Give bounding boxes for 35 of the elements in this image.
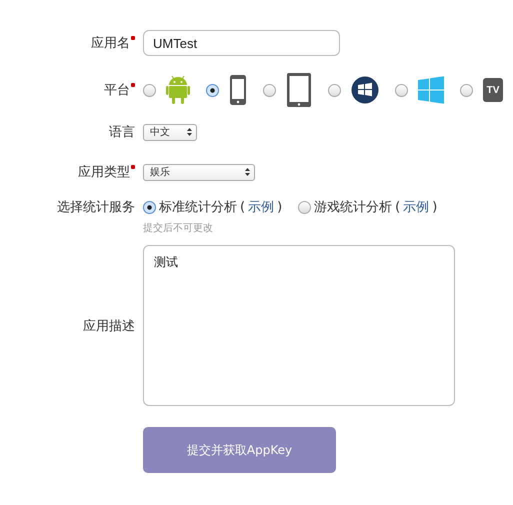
parenthesis: ) [432, 200, 438, 214]
field-label: 应用名 [91, 35, 130, 52]
field-label: 选择统计服务 [57, 199, 135, 216]
description-field[interactable]: 测试 [143, 245, 455, 406]
up-down-arrows-icon [187, 128, 192, 136]
hint-text: 提交后不可更改 [143, 222, 214, 235]
tv-icon: TV [483, 78, 503, 102]
option-label: 游戏统计分析 [314, 199, 392, 216]
app-name-field[interactable]: UMTest [143, 30, 340, 56]
radio-button[interactable] [460, 84, 473, 96]
field-label: 语言 [109, 124, 135, 141]
field-label: 应用描述 [83, 318, 135, 334]
radio-button[interactable] [206, 84, 219, 96]
radio-button[interactable] [143, 84, 156, 96]
parenthesis: ) [277, 200, 282, 214]
windows-logo-icon [418, 76, 444, 104]
language-dropdown[interactable]: 中文 [143, 124, 197, 140]
field-label: 平台 [104, 82, 130, 99]
android-robot-icon [166, 74, 190, 106]
windows-logo-icon [351, 76, 379, 104]
parenthesis: ( [395, 200, 400, 214]
radio-button[interactable] [328, 84, 341, 96]
up-down-arrows-icon [245, 168, 250, 176]
parenthesis: ( [240, 200, 246, 214]
option-label: 标准统计分析 [159, 199, 237, 216]
example-link[interactable]: 示例 [248, 198, 274, 216]
radio-button[interactable] [263, 84, 276, 96]
example-link[interactable]: 示例 [403, 198, 430, 216]
app-type-dropdown[interactable]: 娱乐 [143, 164, 255, 180]
smartphone-icon [229, 74, 247, 106]
radio-button[interactable] [395, 84, 408, 96]
tablet-icon [286, 72, 312, 108]
field-label: 应用类型 [78, 164, 130, 181]
radio-button[interactable] [143, 200, 156, 214]
radio-button[interactable] [298, 200, 312, 214]
